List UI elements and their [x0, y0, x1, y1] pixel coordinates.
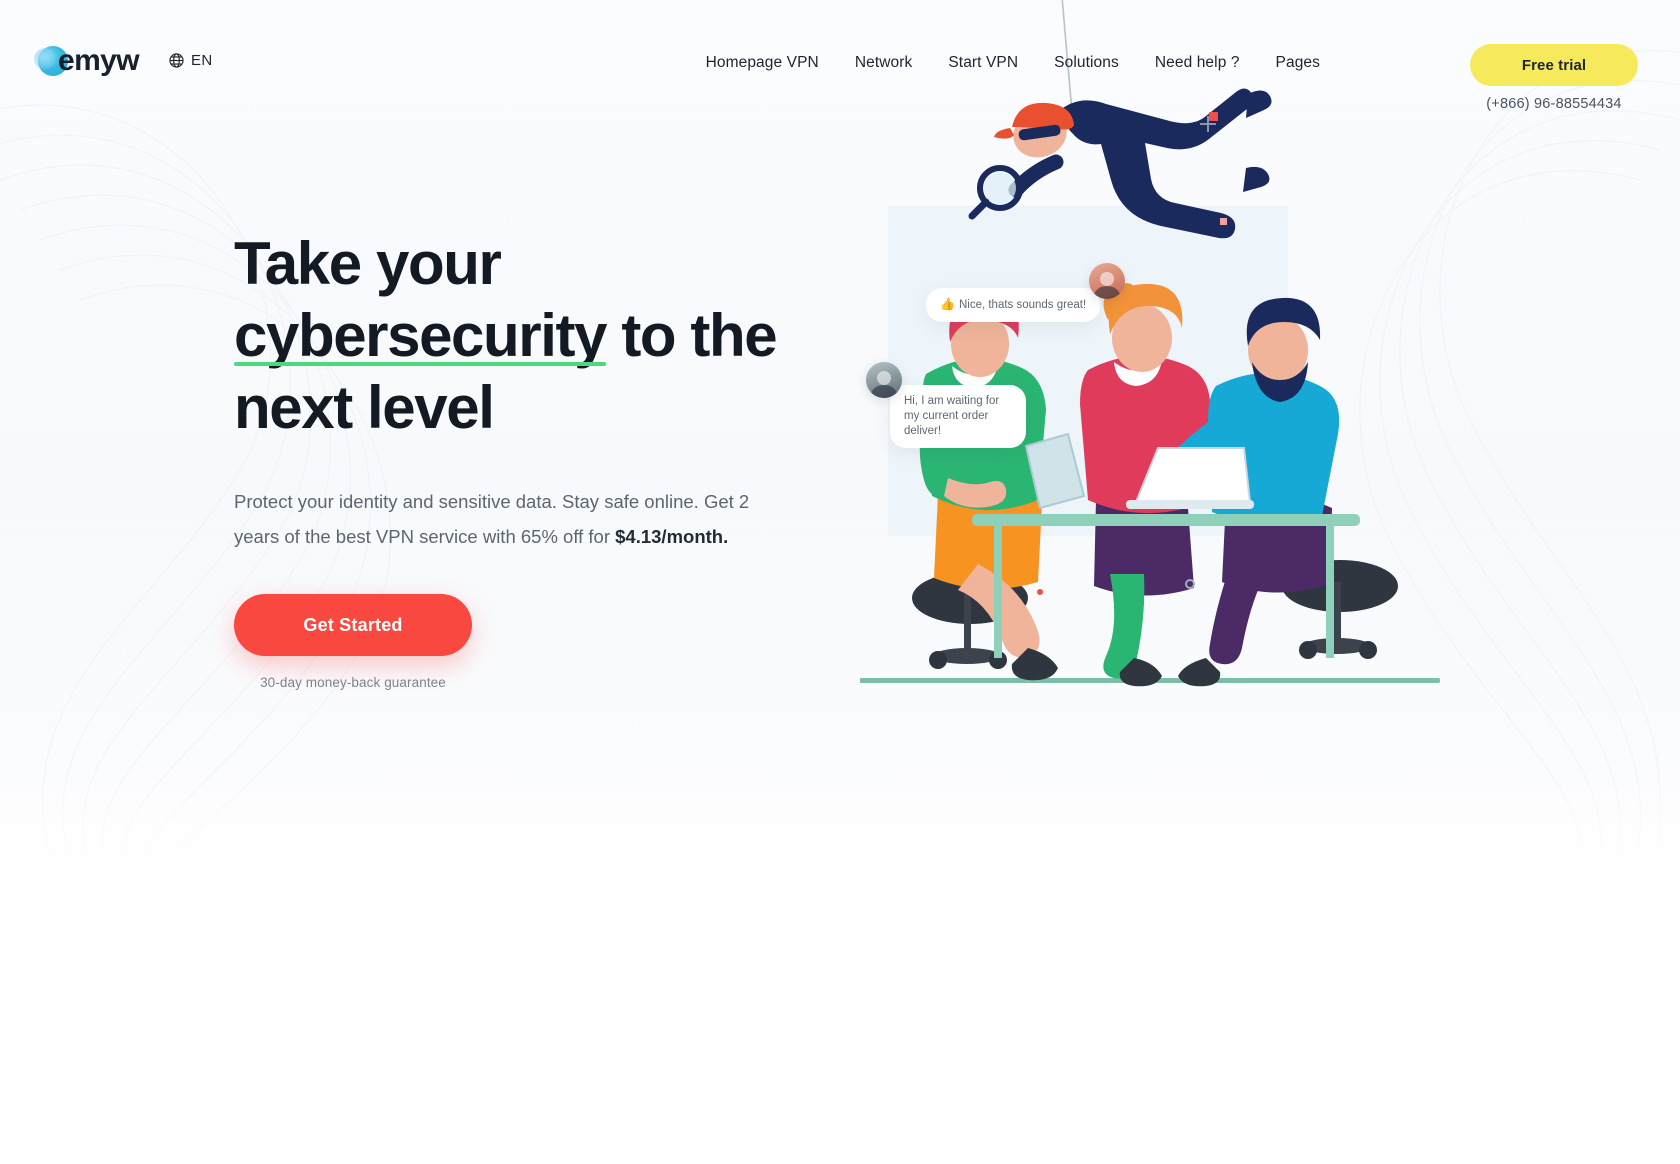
nav-item-solutions[interactable]: Solutions — [1054, 54, 1119, 72]
hero-title-highlight: cybersecurity — [234, 300, 607, 372]
decorative-dot — [1037, 589, 1043, 595]
chat-bubble-incoming: 👍 Nice, thats sounds great! — [926, 288, 1101, 322]
decorative-square — [1220, 218, 1227, 225]
thumbs-up-icon: 👍 — [940, 297, 955, 311]
avatar — [1089, 263, 1125, 299]
nav-item-homepage-vpn[interactable]: Homepage VPN — [706, 54, 819, 72]
hero-title-line-3: next level — [234, 374, 495, 441]
language-switcher[interactable]: EN — [168, 52, 213, 69]
hero-title-line-1: Take your — [234, 230, 502, 297]
hero-price: $4.13/month. — [615, 526, 729, 547]
nav-item-pages[interactable]: Pages — [1276, 54, 1320, 72]
hero-subtitle: Protect your identity and sensitive data… — [234, 484, 764, 554]
chat-bubble-text: Hi, I am waiting for my current order de… — [904, 395, 1000, 437]
get-started-button[interactable]: Get Started — [234, 594, 472, 656]
avatar — [866, 362, 902, 398]
nav-item-need-help[interactable]: Need help ? — [1155, 54, 1240, 72]
hero-title-line-2-rest: to the — [606, 302, 777, 369]
hero-subtitle-line-1: Protect your identity and sensitive data… — [234, 491, 699, 512]
chat-bubble-outgoing: Hi, I am waiting for my current order de… — [890, 385, 1026, 448]
nav-item-start-vpn[interactable]: Start VPN — [948, 54, 1018, 72]
free-trial-button[interactable]: Free trial — [1470, 44, 1638, 86]
logo[interactable]: emyw — [34, 44, 140, 78]
globe-icon — [169, 53, 184, 68]
main-navigation: Homepage VPN Network Start VPN Solutions… — [706, 54, 1320, 72]
contact-phone-number[interactable]: (+866) 96-88554434 — [1470, 96, 1638, 112]
nav-item-network[interactable]: Network — [855, 54, 913, 72]
logo-text: emyw — [58, 44, 140, 77]
chat-bubble-text: Nice, thats sounds great! — [958, 299, 1087, 311]
landing-page: emyw EN Homepage VPN Network Start VPN S… — [0, 0, 1680, 1164]
protector-section: Protector amongs the landing technoly fi… — [0, 888, 1680, 1164]
money-back-guarantee-text: 30-day money-back guarantee — [260, 675, 446, 690]
site-header: emyw EN Homepage VPN Network Start VPN S… — [0, 0, 1680, 130]
hero-bottom-fade — [0, 768, 1680, 888]
hero-copy: Take your cybersecurity to the next leve… — [234, 228, 834, 690]
page-title: Take your cybersecurity to the next leve… — [234, 228, 834, 444]
language-label: EN — [191, 52, 213, 69]
